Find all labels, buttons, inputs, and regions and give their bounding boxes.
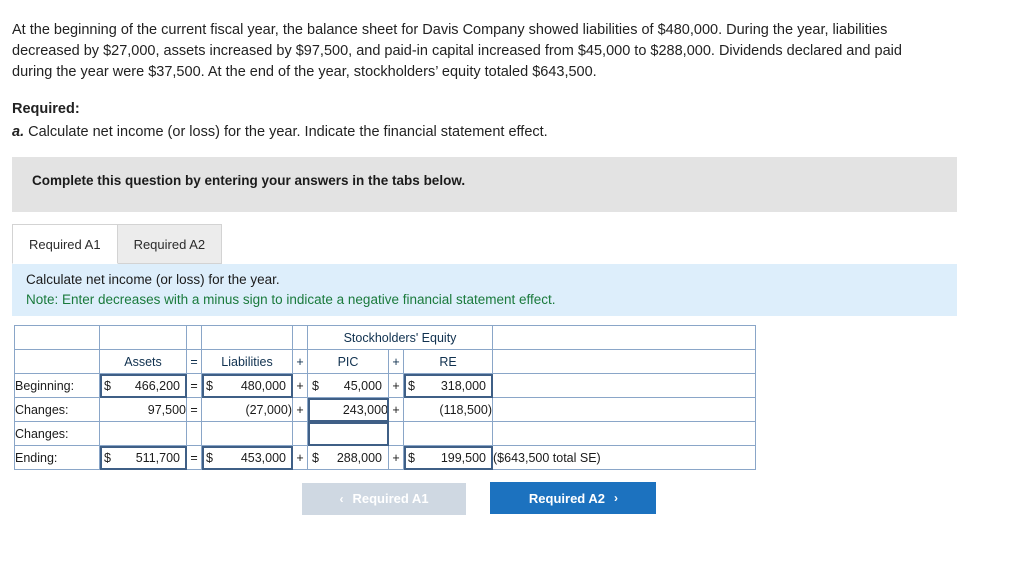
cell-ending-assets-sign: $ (104, 450, 111, 465)
cell-ending-total-se-note: ($643,500 total SE) (492, 445, 756, 470)
chevron-right-icon: › (614, 491, 618, 505)
operator-changes1-plus-1: + (292, 397, 308, 422)
cell-beginning-re-value: 318,000 (440, 378, 486, 393)
cell-beginning-assets[interactable]: $ 466,200 (99, 373, 187, 398)
navigation-buttons: ‹ Required A1 Required A2 › (302, 482, 657, 515)
tab-required-a1[interactable]: Required A1 (12, 224, 118, 264)
column-header-liabilities: Liabilities (201, 349, 293, 374)
required-block: Required: a. Calculate net income (or lo… (12, 99, 942, 143)
previous-required-a1-button[interactable]: ‹ Required A1 (302, 482, 466, 515)
cell-changes1-liabilities[interactable]: (27,000) (201, 397, 293, 422)
operator-changes1-plus-2: + (388, 397, 404, 422)
cell-changes2-assets[interactable] (99, 421, 187, 446)
row-label-changes-2: Changes: (14, 421, 100, 446)
cell-ending-liabilities-sign: $ (206, 450, 213, 465)
table-row: Changes: 97,500 = (27,000) + 243,000 + (… (14, 397, 756, 422)
column-header-equals: = (186, 349, 202, 374)
group-header-blank-eq (186, 325, 202, 350)
next-button-label: Required A2 (528, 490, 605, 506)
required-item-text: Calculate net income (or loss) for the y… (28, 124, 548, 140)
cell-beginning-pic[interactable]: $ 45,000 (307, 373, 389, 398)
group-header-blank-plus (292, 325, 308, 350)
accounting-equation-table: Stockholders' Equity Assets = Liabilitie… (14, 325, 756, 470)
table-row: Changes: (14, 421, 756, 446)
table-column-header-row: Assets = Liabilities + PIC + RE (14, 349, 756, 374)
group-header-blank-liab (201, 325, 293, 350)
cell-changes1-assets[interactable]: 97,500 (99, 397, 187, 422)
note-panel: Calculate net income (or loss) for the y… (12, 264, 957, 316)
next-required-a2-button[interactable]: Required A2 › (490, 482, 657, 514)
cell-ending-pic-sign: $ (312, 450, 319, 465)
operator-changes1-equals: = (186, 397, 202, 422)
cell-ending-re-value: 199,500 (440, 450, 486, 465)
group-header-blank-label (14, 325, 100, 350)
problem-statement: At the beginning of the current fiscal y… (12, 22, 902, 80)
required-item-letter: a. (12, 124, 25, 140)
operator-ending-plus-2: + (388, 445, 404, 470)
cell-changes1-tail (492, 397, 756, 422)
cell-ending-liabilities-value: 453,000 (240, 450, 286, 465)
cell-changes2-pic[interactable] (307, 421, 389, 446)
previous-button-label: Required A1 (352, 491, 429, 506)
cell-changes1-pic[interactable]: 243,000 (307, 397, 389, 422)
table-row: Ending: $ 511,700 = $ 453,000 + $ 288,00… (14, 445, 756, 470)
cell-beginning-liabilities-sign: $ (206, 378, 213, 393)
cell-ending-re[interactable]: $ 199,500 (403, 445, 493, 470)
group-header-blank-assets (99, 325, 187, 350)
cell-beginning-assets-sign: $ (104, 378, 111, 393)
column-header-plus-2: + (388, 349, 404, 374)
table-group-header-row: Stockholders' Equity (14, 325, 756, 350)
required-heading: Required: (12, 101, 80, 117)
cell-beginning-liabilities-value: 480,000 (240, 378, 286, 393)
cell-beginning-re[interactable]: $ 318,000 (403, 373, 493, 398)
cell-ending-assets-value: 511,700 (135, 450, 180, 465)
table-row: Beginning: $ 466,200 = $ 480,000 + $ 45,… (14, 373, 756, 398)
cell-ending-liabilities[interactable]: $ 453,000 (201, 445, 293, 470)
note-hint: Note: Enter decreases with a minus sign … (26, 292, 556, 307)
cell-ending-pic-value: 288,000 (336, 450, 382, 465)
operator-beginning-equals: = (186, 373, 202, 398)
operator-changes2-plus-2 (388, 421, 404, 446)
group-header-stockholders-equity: Stockholders' Equity (307, 325, 493, 350)
operator-changes2-equals (186, 421, 202, 446)
tab-bar: Required A1 Required A2 (12, 224, 223, 264)
column-header-pic: PIC (307, 349, 389, 374)
column-header-assets: Assets (99, 349, 187, 374)
group-header-tail (492, 325, 756, 350)
operator-ending-equals: = (186, 445, 202, 470)
column-header-tail (492, 349, 756, 374)
cell-changes2-re[interactable] (403, 421, 493, 446)
cell-changes2-tail (492, 421, 756, 446)
cell-ending-assets[interactable]: $ 511,700 (99, 445, 187, 470)
operator-beginning-plus-1: + (292, 373, 308, 398)
cell-ending-pic[interactable]: $ 288,000 (307, 445, 389, 470)
worksheet-page: At the beginning of the current fiscal y… (0, 0, 1022, 573)
cell-beginning-pic-sign: $ (312, 378, 319, 393)
cell-beginning-pic-value: 45,000 (343, 378, 382, 393)
operator-ending-plus-1: + (292, 445, 308, 470)
instruction-banner-text: Complete this question by entering your … (32, 173, 466, 188)
tab-required-a2[interactable]: Required A2 (117, 224, 223, 264)
operator-beginning-plus-2: + (388, 373, 404, 398)
chevron-left-icon: ‹ (339, 491, 344, 506)
cell-beginning-assets-value: 466,200 (134, 378, 180, 393)
column-header-re: RE (403, 349, 493, 374)
cell-beginning-liabilities[interactable]: $ 480,000 (201, 373, 293, 398)
cell-beginning-re-sign: $ (408, 378, 415, 393)
row-label-changes-1: Changes: (14, 397, 100, 422)
row-label-ending: Ending: (14, 445, 100, 470)
column-header-plus-1: + (292, 349, 308, 374)
required-item-a: a. Calculate net income (or loss) for th… (12, 122, 942, 143)
instruction-banner: Complete this question by entering your … (12, 157, 957, 212)
column-header-blank (14, 349, 100, 374)
note-instruction: Calculate net income (or loss) for the y… (26, 272, 280, 287)
cell-ending-re-sign: $ (408, 450, 415, 465)
row-label-beginning: Beginning: (14, 373, 100, 398)
cell-changes2-liabilities[interactable] (201, 421, 293, 446)
cell-beginning-tail (492, 373, 756, 398)
cell-changes1-re[interactable]: (118,500) (403, 397, 493, 422)
operator-changes2-plus-1 (292, 421, 308, 446)
